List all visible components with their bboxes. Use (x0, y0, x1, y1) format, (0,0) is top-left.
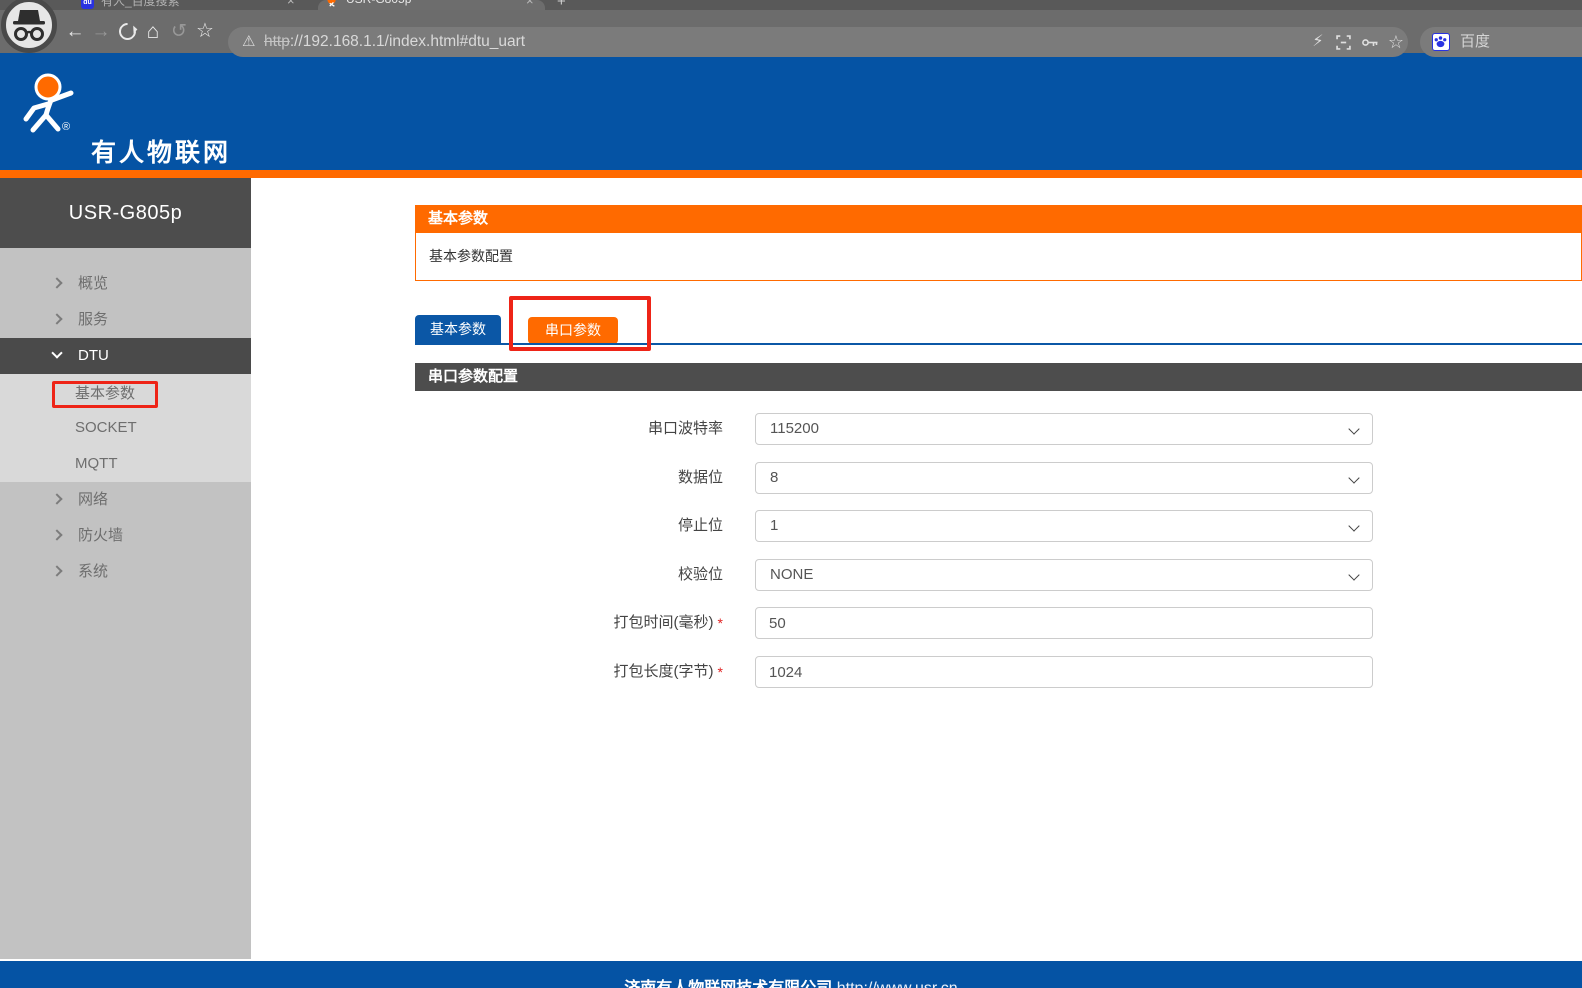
field-label: 校验位 (415, 559, 723, 591)
sidebar: USR-G805p 概览 服务 DTU 基本参数 SOCKET MQTT 网络 (0, 178, 251, 959)
sidebar-item-label: 基本参数 (75, 376, 135, 412)
pack-time-input[interactable] (755, 607, 1373, 639)
footer-company: 济南有人物联网技术有限公司 (624, 980, 832, 988)
form-row-stop-bits: 停止位 1 (415, 510, 1582, 542)
select-value: 1 (770, 517, 778, 534)
field-label: 打包长度(字节)* (415, 656, 723, 688)
chevron-right-icon (51, 277, 62, 288)
section-title: 串口参数配置 (415, 363, 1582, 391)
chevron-down-icon (51, 347, 62, 358)
back-icon[interactable]: ← (62, 10, 88, 53)
required-mark: * (718, 607, 723, 639)
required-mark: * (718, 656, 723, 688)
sidebar-item-label: 防火墙 (78, 518, 123, 554)
chevron-down-icon (1348, 520, 1359, 531)
url-rest: ://192.168.1.1/index.html#dtu_uart (290, 33, 525, 50)
field-label: 打包时间(毫秒)* (415, 607, 723, 639)
header-accent-strip (0, 170, 1582, 178)
site-header: ® 有人物联网 工业物联网通信专家 (0, 53, 1582, 170)
lightning-extension-icon[interactable]: ⚡ (1306, 27, 1330, 57)
data-bits-select[interactable]: 8 (755, 462, 1373, 494)
form-row-pack-time: 打包时间(毫秒)* (415, 607, 1582, 639)
chevron-right-icon (51, 529, 62, 540)
sidebar-item-dtu[interactable]: DTU (0, 338, 251, 374)
usr-favicon-icon (326, 0, 339, 8)
baidu-favicon-icon: du (81, 0, 94, 9)
browser-toolbar: ← → ⌂ ↺ ☆ ⚠ http://192.168.1.1/index.htm… (0, 10, 1582, 53)
reload-icon[interactable] (115, 19, 139, 43)
tab-serial-params[interactable]: 串口参数 (528, 317, 618, 344)
sidebar-item-label: 网络 (78, 482, 108, 518)
capture-extension-icon[interactable] (1336, 35, 1351, 50)
sidebar-item-network[interactable]: 网络 (0, 482, 251, 518)
new-tab-button[interactable]: + (557, 0, 566, 10)
url-scheme: http (264, 33, 290, 50)
chevron-down-icon (1348, 569, 1359, 580)
browser-tab-strip: du 有人_百度搜索 × USR-G805p × + (0, 0, 1582, 10)
footer: 济南有人物联网技术有限公司 http://www.usr.cn (0, 961, 1582, 988)
sidebar-item-system[interactable]: 系统 (0, 554, 251, 590)
form-row-data-bits: 数据位 8 (415, 462, 1582, 494)
chevron-down-icon (1348, 472, 1359, 483)
baidu-search-box[interactable]: 百度 (1420, 27, 1582, 57)
field-label: 停止位 (415, 510, 723, 542)
key-icon[interactable] (1362, 36, 1379, 49)
sidebar-item-label: DTU (78, 338, 109, 374)
sidebar-item-label: 概览 (78, 266, 108, 302)
select-value: NONE (770, 566, 813, 583)
tab-title: 有人_百度搜索 (101, 0, 180, 9)
address-bar[interactable]: ⚠ http://192.168.1.1/index.html#dtu_uart… (228, 27, 1408, 57)
device-name: USR-G805p (0, 178, 251, 248)
page-title: 基本参数 (415, 205, 1582, 233)
baud-rate-select[interactable]: 115200 (755, 413, 1373, 445)
chevron-right-icon (51, 565, 62, 576)
sidebar-item-label: 系统 (78, 554, 108, 590)
stop-bits-select[interactable]: 1 (755, 510, 1373, 542)
page-subtitle: 基本参数配置 (415, 233, 1582, 281)
form-row-pack-length: 打包长度(字节)* (415, 656, 1582, 688)
sidebar-item-label: SOCKET (75, 410, 137, 446)
baidu-paw-icon (1432, 33, 1450, 51)
save-bookmark-star-icon[interactable]: ☆ (1384, 27, 1408, 57)
tab-close-icon[interactable]: × (287, 0, 295, 8)
field-label: 数据位 (415, 462, 723, 494)
sidebar-item-services[interactable]: 服务 (0, 302, 251, 338)
chevron-right-icon (51, 313, 62, 324)
parity-select[interactable]: NONE (755, 559, 1373, 591)
tab-basic-params[interactable]: 基本参数 (415, 315, 501, 344)
browser-tab-baidu[interactable]: du 有人_百度搜索 × (75, 0, 310, 10)
forward-icon[interactable]: → (88, 10, 114, 53)
sidebar-item-overview[interactable]: 概览 (0, 266, 251, 302)
form-row-parity: 校验位 NONE (415, 559, 1582, 591)
select-value: 8 (770, 469, 778, 486)
tab-underline (415, 343, 1582, 345)
not-secure-warning-icon[interactable]: ⚠ (242, 27, 255, 57)
bookmark-star-icon[interactable]: ☆ (192, 10, 218, 53)
baidu-search-label: 百度 (1460, 27, 1490, 57)
chevron-right-icon (51, 493, 62, 504)
sidebar-item-socket[interactable]: SOCKET (0, 410, 251, 446)
pack-length-input[interactable] (755, 656, 1373, 688)
url-text[interactable]: http://192.168.1.1/index.html#dtu_uart (264, 27, 525, 57)
sidebar-item-label: MQTT (75, 446, 118, 482)
undo-extension-icon[interactable]: ↺ (166, 10, 192, 53)
registered-mark: ® (62, 121, 70, 133)
sidebar-item-mqtt[interactable]: MQTT (0, 446, 251, 482)
home-icon[interactable]: ⌂ (140, 10, 166, 53)
tab-close-icon[interactable]: × (526, 0, 534, 8)
screen: du 有人_百度搜索 × USR-G805p × + ← → ⌂ ↺ ☆ ⚠ h… (0, 0, 1582, 988)
chevron-down-icon (1348, 423, 1359, 434)
footer-url-link[interactable]: http://www.usr.cn (837, 980, 958, 988)
sidebar-item-label: 服务 (78, 302, 108, 338)
sidebar-item-basic-params[interactable]: 基本参数 (0, 376, 251, 412)
form-row-baud-rate: 串口波特率 115200 (415, 413, 1582, 445)
sidebar-item-firewall[interactable]: 防火墙 (0, 518, 251, 554)
field-label: 串口波特率 (415, 413, 723, 445)
brand-title: 有人物联网 (91, 133, 231, 169)
browser-tab-usr[interactable]: USR-G805p × (318, 0, 545, 10)
select-value: 115200 (770, 420, 819, 437)
incognito-icon (1, 0, 57, 53)
tab-title: USR-G805p (346, 0, 411, 6)
